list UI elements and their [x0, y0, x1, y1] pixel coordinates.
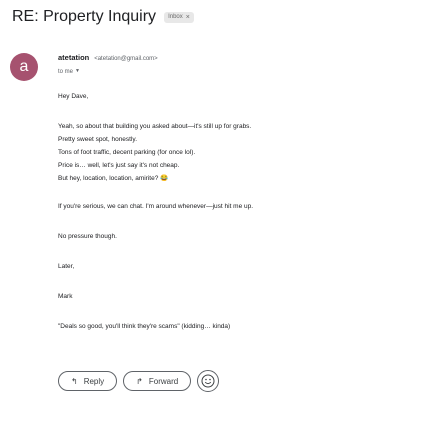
smiley-icon	[201, 374, 215, 388]
body-line-signature-name: Mark	[58, 293, 73, 300]
sender-info: atetation <atetation@gmail.com>	[58, 53, 158, 62]
body-line-greeting: Hey Dave,	[58, 93, 89, 100]
recipient-text: to me	[58, 69, 74, 75]
body-line: Yeah, so about that building you asked a…	[58, 123, 252, 130]
forward-icon: ↱	[136, 376, 143, 386]
chevron-down-icon: ▼	[75, 68, 80, 74]
body-line: No pressure though.	[58, 233, 117, 240]
inbox-label-badge: Inbox ×	[164, 11, 194, 23]
email-header: RE: Property Inquiry Inbox ×	[12, 8, 194, 26]
emoji-reaction-button[interactable]	[197, 370, 220, 392]
body-line: Pretty sweet spot, honestly.	[58, 136, 137, 143]
body-line: Tons of foot traffic, decent parking (fo…	[58, 149, 196, 156]
recipient-details-toggle[interactable]: to me ▼	[58, 68, 80, 75]
inbox-label-text: Inbox	[168, 14, 183, 20]
email-actions: ↰ Reply ↱ Forward	[58, 370, 220, 392]
body-line-signature-quote: "Deals so good, you'll think they're sca…	[58, 323, 231, 330]
reply-button[interactable]: ↰ Reply	[58, 371, 118, 391]
sender-avatar[interactable]: a	[10, 53, 38, 81]
remove-label-icon[interactable]: ×	[186, 14, 190, 21]
sender-email: <atetation@gmail.com>	[94, 56, 158, 62]
email-subject: RE: Property Inquiry	[12, 8, 157, 25]
body-line: Price is… well, let's just say it's not …	[58, 162, 180, 169]
reply-icon: ↰	[71, 376, 78, 386]
body-line: But hey, location, location, amirite? 😂	[58, 175, 169, 182]
forward-button[interactable]: ↱ Forward	[123, 371, 192, 391]
forward-label: Forward	[148, 376, 179, 386]
body-line-signoff: Later,	[58, 263, 75, 270]
reply-label: Reply	[83, 376, 105, 386]
body-line: If you're serious, we can chat. I'm arou…	[58, 203, 254, 210]
sender-name[interactable]: atetation	[58, 53, 89, 62]
